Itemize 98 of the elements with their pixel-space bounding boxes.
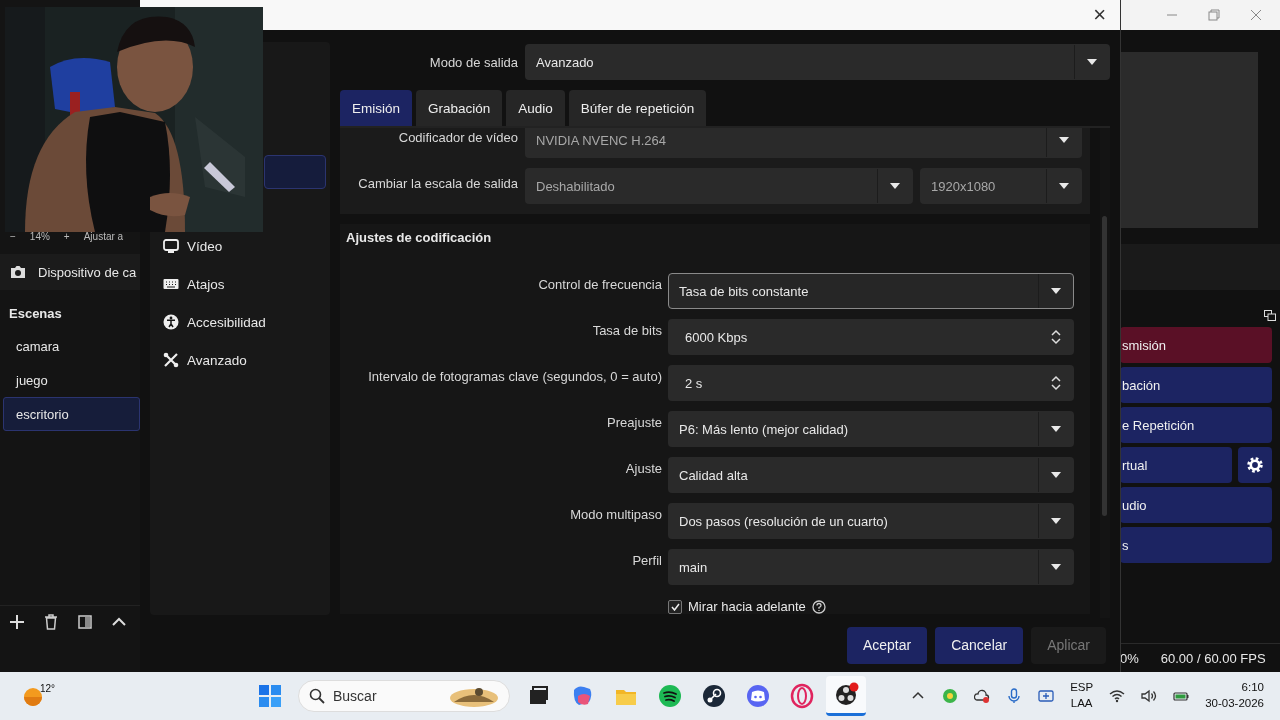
- cloud-icon[interactable]: [974, 688, 991, 704]
- sidebar-item[interactable]: Atajos: [154, 267, 326, 301]
- field-label: Preajuste: [606, 414, 662, 430]
- increment-icon[interactable]: [1051, 329, 1061, 336]
- copilot-icon: [573, 686, 592, 705]
- dropdown-arrow-icon: [1087, 59, 1097, 65]
- spin-box[interactable]: 6000 Kbps: [668, 319, 1074, 355]
- clock-date[interactable]: 30-03-2026: [1205, 696, 1264, 712]
- fit-button[interactable]: Ajustar a: [83, 230, 124, 242]
- checkbox[interactable]: [668, 599, 682, 614]
- dropdown-arrow-icon: [1051, 426, 1061, 432]
- section-title: Ajustes de codificación: [345, 229, 493, 247]
- source-item[interactable]: Dispositivo de ca: [0, 254, 140, 290]
- spotify-icon: [659, 685, 681, 707]
- output-mode-dropdown[interactable]: Avanzado: [525, 44, 1110, 80]
- tab[interactable]: Búfer de repetición: [568, 90, 707, 126]
- discord-icon: [747, 685, 769, 707]
- dropdown-arrow-icon: [1051, 518, 1061, 524]
- trash-icon[interactable]: [43, 614, 59, 630]
- scenes-title: Escenas: [8, 305, 63, 323]
- clock-time[interactable]: 6:10: [1241, 680, 1264, 696]
- wifi-icon[interactable]: [1109, 688, 1126, 704]
- control-button[interactable]: rtual: [1120, 447, 1232, 483]
- dropdown-arrow-icon: [890, 183, 900, 189]
- dialog-button[interactable]: Cancelar: [935, 626, 1024, 664]
- control-button[interactable]: bación: [1120, 367, 1272, 403]
- accessibility-icon: [163, 314, 179, 330]
- volume-icon[interactable]: [1141, 688, 1158, 704]
- obs-icon: [836, 682, 859, 705]
- gear-icon: [1246, 456, 1264, 474]
- scrollbar[interactable]: [1102, 216, 1107, 516]
- camera-icon: [10, 265, 26, 279]
- tab[interactable]: Audio: [506, 90, 565, 126]
- field-label: Perfil: [631, 552, 662, 568]
- close-button[interactable]: ×: [1087, 2, 1112, 28]
- dropdown-arrow-icon: [1051, 288, 1061, 294]
- keyboard-layout[interactable]: ESP: [1070, 680, 1094, 696]
- opera-icon: [790, 683, 814, 709]
- dropdown[interactable]: Dos pasos (resolución de un cuarto): [668, 503, 1074, 539]
- fps-counter: 60.00 / 60.00 FPS: [1160, 650, 1266, 666]
- scene-item[interactable]: escritorio: [3, 397, 140, 431]
- zoom-out-button[interactable]: −: [10, 230, 16, 242]
- dropdown[interactable]: P6: Más lento (mejor calidad): [668, 411, 1074, 447]
- field-label: Control de frecuencia: [537, 276, 662, 292]
- scene-item[interactable]: camara: [3, 329, 140, 363]
- tools-icon: [163, 352, 179, 368]
- dropdown[interactable]: Tasa de bits constante: [668, 273, 1074, 309]
- task-view-icon: [530, 686, 548, 704]
- field-label: Modo multipaso: [569, 506, 662, 522]
- temperature: 12°: [40, 683, 56, 694]
- dialog-button[interactable]: Aceptar: [846, 626, 928, 664]
- microphone-icon[interactable]: [1006, 688, 1023, 704]
- tab[interactable]: Grabación: [416, 90, 503, 126]
- field-label: Ajuste: [624, 460, 662, 476]
- display-icon[interactable]: [1038, 688, 1055, 704]
- field-label: Codificador de vídeo: [397, 129, 518, 145]
- decrement-icon[interactable]: [1051, 338, 1061, 345]
- monitor-icon: [163, 238, 179, 254]
- keyboard-icon: [163, 276, 179, 292]
- undock-icon[interactable]: [1264, 310, 1276, 321]
- field-label: Intervalo de fotogramas clave (segundos, 0 = auto): [367, 368, 662, 384]
- control-button[interactable]: smisión: [1120, 327, 1272, 363]
- field-label: Cambiar la escala de salida: [357, 175, 518, 191]
- keyboard-region[interactable]: LAA: [1070, 696, 1093, 712]
- scene-item[interactable]: juego: [3, 363, 140, 397]
- settings-button[interactable]: [1238, 447, 1272, 483]
- dropdown-arrow-icon: [1051, 472, 1061, 478]
- help-icon[interactable]: [811, 599, 826, 614]
- output-mode-label: Modo de salida: [428, 54, 518, 70]
- windows-logo-icon: [259, 685, 281, 707]
- checkbox-label: Mirar hacia adelante: [688, 599, 806, 614]
- increment-icon[interactable]: [1051, 375, 1061, 382]
- field-label: Tasa de bits: [591, 322, 662, 338]
- cpu-usage: 0%: [1120, 650, 1139, 666]
- zoom-in-button[interactable]: +: [63, 230, 70, 242]
- sidebar-item[interactable]: Accesibilidad: [154, 305, 326, 339]
- dropdown-arrow-icon: [1059, 183, 1069, 189]
- control-button[interactable]: s: [1120, 527, 1272, 563]
- dropdown-arrow-icon: [1051, 564, 1061, 570]
- close-icon[interactable]: [1250, 9, 1262, 21]
- sidebar-item[interactable]: Avanzado: [154, 343, 326, 377]
- taskbar-app[interactable]: [826, 676, 866, 716]
- zoom-level: 14%: [29, 230, 50, 242]
- spin-box[interactable]: 2 s: [668, 365, 1074, 401]
- steam-icon: [703, 685, 725, 707]
- dropdown-arrow-icon: [1059, 137, 1069, 143]
- dropdown[interactable]: main: [668, 549, 1074, 585]
- folder-icon: [616, 690, 636, 705]
- search-icon: [309, 688, 325, 704]
- dropdown[interactable]: Calidad alta: [668, 457, 1074, 493]
- tab[interactable]: Emisión: [340, 90, 412, 126]
- sidebar-item[interactable]: Vídeo: [154, 229, 326, 263]
- decrement-icon[interactable]: [1051, 384, 1061, 391]
- add-icon[interactable]: [9, 614, 25, 630]
- control-button[interactable]: e Repetición: [1120, 407, 1272, 443]
- search-field[interactable]: Buscar: [298, 680, 510, 712]
- control-button[interactable]: udio: [1120, 487, 1272, 523]
- filter-icon[interactable]: [77, 614, 93, 630]
